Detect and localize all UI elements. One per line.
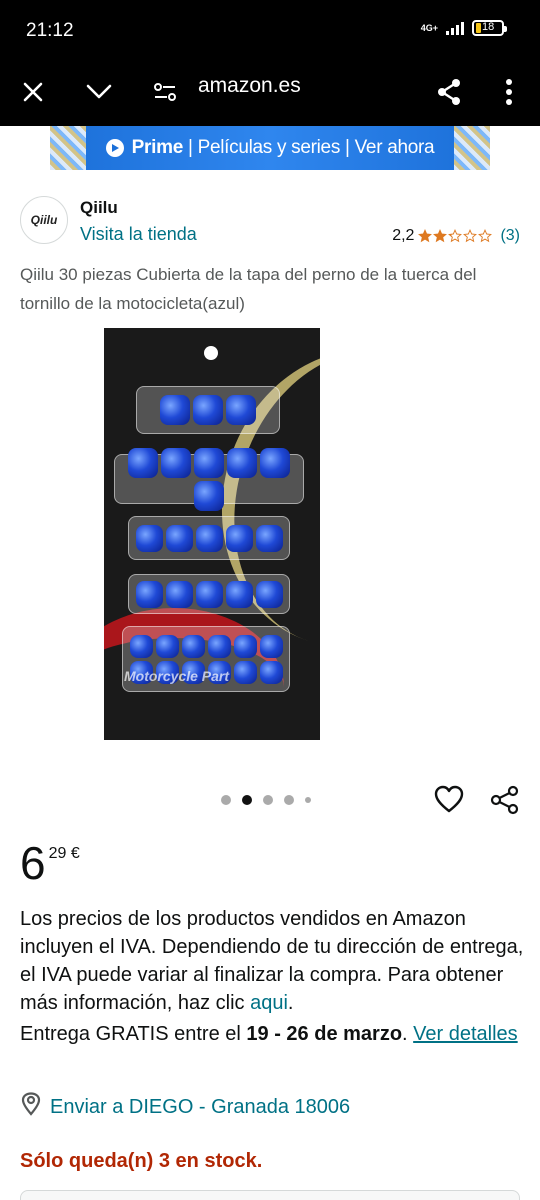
- network-type: 4G+: [420, 22, 438, 33]
- status-bar: 21:12 4G+ 18: [0, 0, 540, 58]
- image-carousel-dots[interactable]: [221, 795, 311, 805]
- star-icon: [418, 229, 433, 243]
- carousel-dot[interactable]: [284, 795, 294, 805]
- product-title: Qiilu 30 piezas Cubierta de la tapa del …: [20, 265, 477, 313]
- signal-icon: [446, 21, 464, 35]
- share-icon[interactable]: [489, 784, 521, 816]
- cap-strip-4: [128, 574, 290, 614]
- ship-to-text[interactable]: Enviar a DIEGO - Granada 18006: [50, 1096, 350, 1119]
- product-image[interactable]: Motorcycle Part: [104, 328, 440, 740]
- packaging-card: Motorcycle Part: [104, 328, 320, 740]
- battery-level: 18: [482, 21, 495, 33]
- carousel-dot[interactable]: [221, 795, 231, 805]
- visit-store-link[interactable]: Visita la tienda: [80, 224, 197, 245]
- delivery-details-link[interactable]: Ver detalles: [413, 1023, 518, 1045]
- price-fraction: 29 €: [48, 845, 80, 862]
- price: 6 29 €: [20, 838, 80, 888]
- vat-notice: Los precios de los productos vendidos en…: [20, 908, 524, 1014]
- stock-status: Sólo queda(n) 3 en stock.: [20, 1150, 263, 1172]
- star-rating: [418, 229, 493, 243]
- carousel-dot[interactable]: [305, 797, 311, 803]
- purchase-options-box[interactable]: [20, 1190, 520, 1200]
- close-icon[interactable]: [13, 72, 53, 112]
- delivery-info: Entrega GRATIS entre el 19 - 26 de marzo…: [20, 1023, 518, 1045]
- prime-brand: Prime: [131, 137, 184, 158]
- carousel-dot[interactable]: [242, 795, 252, 805]
- popcorn-decoration-right: [454, 126, 490, 170]
- ship-to-address[interactable]: Enviar a DIEGO - Granada 18006: [20, 1092, 350, 1122]
- more-options-icon[interactable]: [489, 72, 529, 112]
- location-pin-icon: [20, 1092, 42, 1122]
- price-whole: 6: [20, 837, 46, 889]
- status-indicators: 4G+ 18: [420, 20, 507, 36]
- status-time: 21:12: [26, 20, 74, 41]
- heart-icon[interactable]: [433, 784, 465, 816]
- popcorn-decoration-left: [50, 126, 86, 170]
- chevron-down-icon[interactable]: [79, 72, 119, 112]
- browser-toolbar: amazon.es: [0, 58, 540, 126]
- carousel-dot[interactable]: [263, 795, 273, 805]
- banner-text: | Películas y series | Ver ahora: [187, 137, 435, 158]
- packaging-text: Motorcycle Part: [124, 668, 230, 684]
- delivery-dates: 19 - 26 de marzo: [246, 1023, 403, 1045]
- cap-strip-1: [136, 386, 280, 434]
- site-settings-icon[interactable]: [145, 72, 185, 112]
- brand-name: Qiilu: [80, 198, 118, 217]
- star-icon: [448, 229, 463, 243]
- rating-summary[interactable]: 2,2 (3): [392, 227, 520, 245]
- share-icon[interactable]: [429, 72, 469, 112]
- battery-icon: 18: [472, 20, 507, 36]
- cap-strip-2: [114, 447, 304, 511]
- brand-logo[interactable]: Qiilu: [20, 196, 68, 244]
- hang-hole: [204, 346, 218, 360]
- rating-value: 2,2: [392, 227, 415, 244]
- prime-video-banner[interactable]: Prime | Películas y series | Ver ahora: [50, 126, 490, 170]
- star-icon: [433, 229, 448, 243]
- star-icon: [463, 229, 478, 243]
- play-icon: [105, 139, 124, 157]
- more-info-link[interactable]: aqui: [250, 992, 288, 1014]
- cap-strip-3: [128, 516, 290, 560]
- star-icon: [478, 229, 493, 243]
- url-text[interactable]: amazon.es: [198, 74, 301, 98]
- rating-count[interactable]: (3): [500, 227, 520, 245]
